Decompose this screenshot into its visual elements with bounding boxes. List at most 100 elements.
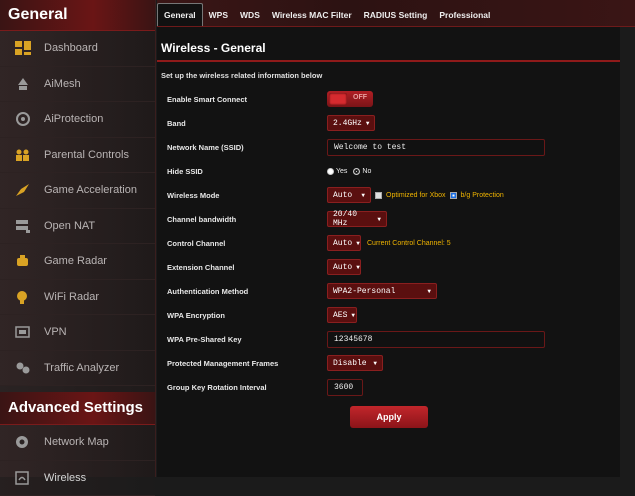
hide-ssid-no-radio[interactable] xyxy=(353,168,360,175)
server-icon xyxy=(14,218,32,234)
group-key-interval-input[interactable]: 3600 xyxy=(327,379,363,396)
channel-bandwidth-label: Channel bandwidth xyxy=(167,215,236,224)
sidebar-item-label: Network Map xyxy=(44,436,109,448)
tab-wps[interactable]: WPS xyxy=(203,4,234,26)
row-smart-connect: Enable Smart Connect OFF xyxy=(157,88,620,110)
wpa-encryption-select[interactable]: AES▼ xyxy=(327,307,357,323)
psk-input[interactable]: 12345678 xyxy=(327,331,545,348)
auth-method-value: WPA2-Personal xyxy=(333,287,395,296)
sidebar-item-label: Traffic Analyzer xyxy=(44,362,119,374)
sidebar-item-game-acceleration[interactable]: Game Acceleration xyxy=(0,173,155,209)
extension-channel-select[interactable]: Auto ▼ xyxy=(327,259,361,275)
sidebar-item-wifi-radar[interactable]: WiFi Radar xyxy=(0,280,155,316)
sidebar-item-label: Game Acceleration xyxy=(44,184,137,196)
tab-general[interactable]: General xyxy=(157,3,203,26)
sidebar-item-label: Dashboard xyxy=(44,42,98,54)
hide-ssid-yes-radio[interactable] xyxy=(327,168,334,175)
row-pmf: Protected Management Frames Disable ▼ xyxy=(157,352,620,374)
row-psk: WPA Pre-Shared Key 12345678 xyxy=(157,328,620,350)
chevron-down-icon: ▼ xyxy=(427,288,431,295)
sidebar-item-label: Wireless xyxy=(44,472,86,484)
sidebar-item-wireless[interactable]: Wireless xyxy=(0,461,155,496)
row-band: Band 2.4GHz ▼ xyxy=(157,112,620,134)
ssid-input[interactable]: Welcome to test xyxy=(327,139,545,156)
chevron-down-icon: ▼ xyxy=(373,360,377,367)
chevron-down-icon: ▼ xyxy=(366,120,370,127)
sidebar: General Dashboard AiMesh AiProtection Pa… xyxy=(0,0,156,477)
sidebar-item-network-map[interactable]: Network Map xyxy=(0,425,155,461)
chevron-down-icon: ▼ xyxy=(356,240,360,247)
pmf-select[interactable]: Disable ▼ xyxy=(327,355,383,371)
psk-label: WPA Pre-Shared Key xyxy=(167,335,242,344)
tab-professional[interactable]: Professional xyxy=(433,4,496,26)
pmf-label: Protected Management Frames xyxy=(167,359,278,368)
analyzer-icon xyxy=(14,360,32,376)
extension-channel-value: Auto xyxy=(333,263,352,272)
hide-ssid-yes-label: Yes xyxy=(336,168,347,175)
sidebar-item-game-radar[interactable]: Game Radar xyxy=(0,244,155,280)
row-wireless-mode: Wireless Mode Auto▼ Optimized for Xbox b… xyxy=(157,184,620,206)
row-group-key-interval: Group Key Rotation Interval 3600 xyxy=(157,376,620,398)
shield-icon xyxy=(14,111,32,127)
radar-icon xyxy=(14,253,32,269)
chevron-down-icon: ▼ xyxy=(356,264,360,271)
control-channel-value: Auto xyxy=(333,239,352,248)
extension-channel-label: Extension Channel xyxy=(167,263,235,272)
sidebar-section-advanced: Advanced Settings xyxy=(0,392,155,425)
sidebar-item-label: WiFi Radar xyxy=(44,291,99,303)
smart-connect-toggle[interactable]: OFF xyxy=(327,91,373,107)
auth-method-label: Authentication Method xyxy=(167,287,248,296)
page-title: Wireless - General xyxy=(161,41,266,55)
control-channel-label: Control Channel xyxy=(167,239,225,248)
band-label: Band xyxy=(167,119,186,128)
sidebar-item-label: Parental Controls xyxy=(44,149,129,161)
xbox-checkbox[interactable] xyxy=(375,192,382,199)
wpa-encryption-label: WPA Encryption xyxy=(167,311,225,320)
tab-wds[interactable]: WDS xyxy=(234,4,266,26)
sidebar-item-aiprotection[interactable]: AiProtection xyxy=(0,102,155,138)
page-description: Set up the wireless related information … xyxy=(161,71,322,80)
smart-connect-label: Enable Smart Connect xyxy=(167,95,247,104)
vpn-icon xyxy=(14,324,32,340)
control-channel-select[interactable]: Auto ▼ xyxy=(327,235,361,251)
dashboard-icon xyxy=(14,40,32,56)
sidebar-item-traffic-analyzer[interactable]: Traffic Analyzer xyxy=(0,351,155,387)
wireless-mode-select[interactable]: Auto▼ xyxy=(327,187,371,203)
ssid-label: Network Name (SSID) xyxy=(167,143,244,152)
sidebar-item-parental-controls[interactable]: Parental Controls xyxy=(0,138,155,174)
row-extension-channel: Extension Channel Auto ▼ xyxy=(157,256,620,278)
sidebar-item-label: VPN xyxy=(44,326,67,338)
bg-protection-label: b/g Protection xyxy=(461,192,504,199)
wireless-icon xyxy=(14,470,32,486)
sidebar-item-dashboard[interactable]: Dashboard xyxy=(0,31,155,67)
wireless-mode-value: Auto xyxy=(333,191,352,200)
sidebar-item-label: AiProtection xyxy=(44,113,103,125)
toggle-knob xyxy=(329,93,347,105)
bg-protection-checkbox[interactable] xyxy=(450,192,457,199)
pmf-value: Disable xyxy=(333,359,367,368)
mesh-icon xyxy=(14,76,32,92)
tab-radius-setting[interactable]: RADIUS Setting xyxy=(358,4,434,26)
sidebar-item-vpn[interactable]: VPN xyxy=(0,315,155,351)
wireless-mode-label: Wireless Mode xyxy=(167,191,219,200)
chevron-down-icon: ▼ xyxy=(351,312,355,319)
band-select[interactable]: 2.4GHz ▼ xyxy=(327,115,375,131)
main-panel: Wireless - General Set up the wireless r… xyxy=(157,27,620,477)
globe-icon xyxy=(14,434,32,450)
channel-bandwidth-select[interactable]: 20/40 MHz▼ xyxy=(327,211,387,227)
row-hide-ssid: Hide SSID Yes No xyxy=(157,160,620,182)
auth-method-select[interactable]: WPA2-Personal ▼ xyxy=(327,283,437,299)
chevron-down-icon: ▼ xyxy=(377,216,381,223)
tab-bar: General WPS WDS Wireless MAC Filter RADI… xyxy=(157,0,635,27)
row-ssid: Network Name (SSID) Welcome to test xyxy=(157,136,620,158)
sidebar-item-open-nat[interactable]: Open NAT xyxy=(0,209,155,245)
sidebar-item-aimesh[interactable]: AiMesh xyxy=(0,67,155,103)
title-divider xyxy=(157,60,620,62)
current-channel-hint: Current Control Channel: 5 xyxy=(367,240,451,247)
rocket-icon xyxy=(14,182,32,198)
row-control-channel: Control Channel Auto ▼ Current Control Ch… xyxy=(157,232,620,254)
sidebar-section-general: General xyxy=(0,0,155,31)
apply-button[interactable]: Apply xyxy=(350,406,428,428)
band-value: 2.4GHz xyxy=(333,119,362,128)
tab-wireless-mac-filter[interactable]: Wireless MAC Filter xyxy=(266,4,358,26)
